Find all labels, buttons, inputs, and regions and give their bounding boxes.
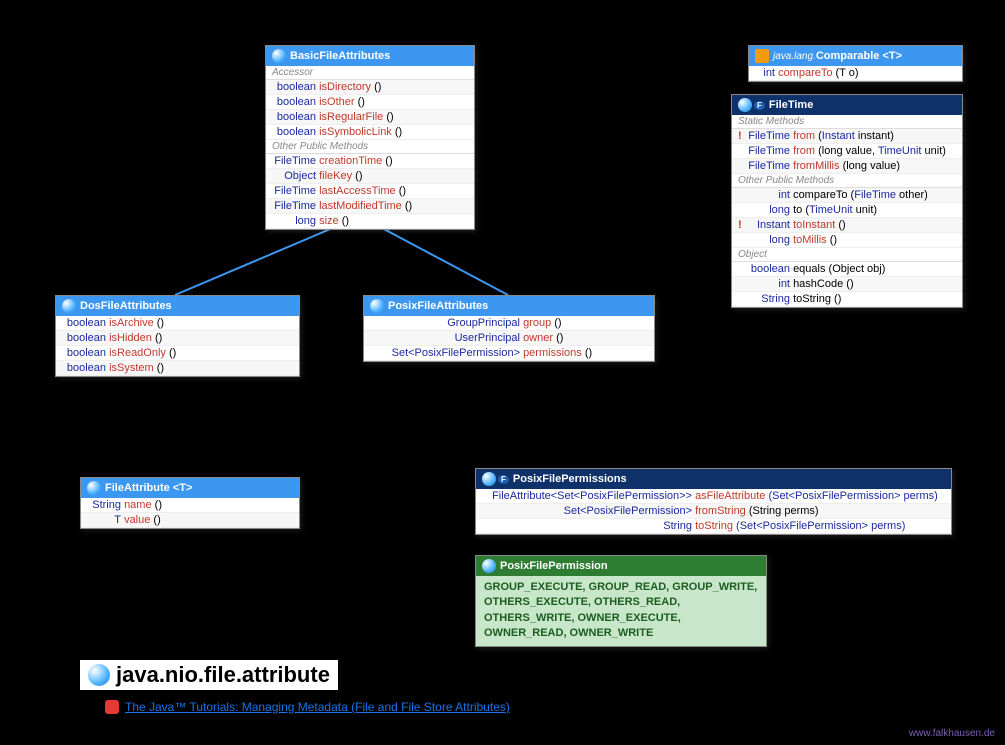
member-row: FileTime creationTime () — [266, 154, 474, 169]
class-body: String name () T value () — [81, 498, 299, 528]
package-title-wrap: java.nio.file.attribute — [80, 660, 338, 690]
member-row: !Instant toInstant () — [732, 218, 962, 233]
interface-icon — [370, 299, 384, 313]
member-row: FileTime fromMillis (long value) — [732, 159, 962, 174]
class-file-time: F FileTime Static Methods !FileTime from… — [731, 94, 963, 308]
package-title: java.nio.file.attribute — [116, 662, 330, 688]
member-row: int hashCode () — [732, 277, 962, 292]
class-title: Comparable — [816, 50, 880, 62]
class-title: PosixFilePermission — [500, 560, 608, 572]
member-row: long toMillis () — [732, 233, 962, 248]
member-row: FileTime lastModifiedTime () — [266, 199, 474, 214]
section-accessor: Accessor — [266, 66, 474, 80]
member-row: long size () — [266, 214, 474, 229]
member-row: GroupPrincipal group () — [364, 316, 654, 331]
member-row: FileTime lastAccessTime () — [266, 184, 474, 199]
member-row: FileAttribute<Set<PosixFilePermission>> … — [476, 489, 951, 504]
interface-icon — [87, 481, 101, 495]
member-row: boolean isDirectory () — [266, 80, 474, 95]
member-row: UserPrincipal owner () — [364, 331, 654, 346]
class-generic: <T> — [173, 482, 193, 494]
member-row: Set<PosixFilePermission> permissions () — [364, 346, 654, 361]
member-row: boolean isOther () — [266, 95, 474, 110]
final-badge: F — [754, 101, 765, 110]
class-header: java.lang.Comparable <T> — [749, 46, 962, 66]
class-generic: <T> — [882, 50, 902, 62]
section-other: Other Public Methods — [732, 174, 962, 188]
tutorial-text: The Java™ Tutorials: Managing Metadata (… — [125, 700, 510, 714]
member-row: !FileTime from (Instant instant) — [732, 129, 962, 144]
class-header: PosixFilePermission — [476, 556, 766, 576]
member-row: long to (TimeUnit unit) — [732, 203, 962, 218]
section-static: Static Methods — [732, 115, 962, 129]
member-row: String toString () — [732, 292, 962, 307]
class-package: java.lang. — [773, 51, 816, 62]
tutorial-link[interactable]: The Java™ Tutorials: Managing Metadata (… — [105, 700, 510, 714]
class-title: DosFileAttributes — [80, 300, 172, 312]
member-row: boolean isHidden () — [56, 331, 299, 346]
member-row: boolean isSystem () — [56, 361, 299, 376]
class-header: FileAttribute <T> — [81, 478, 299, 498]
class-header: F PosixFilePermissions — [476, 469, 951, 489]
class-title: FileTime — [769, 99, 813, 111]
member-row: int compareTo (T o) — [749, 66, 962, 81]
class-basic-file-attributes: BasicFileAttributes Accessor boolean isD… — [265, 45, 475, 230]
final-badge: F — [498, 475, 509, 484]
class-header: BasicFileAttributes — [266, 46, 474, 66]
class-header: PosixFileAttributes — [364, 296, 654, 316]
member-row: String name () — [81, 498, 299, 513]
interface-icon — [272, 49, 286, 63]
class-title: PosixFileAttributes — [388, 300, 488, 312]
class-body: boolean isArchive () boolean isHidden ()… — [56, 316, 299, 376]
member-row: boolean isArchive () — [56, 316, 299, 331]
oracle-icon — [105, 700, 119, 714]
member-row: boolean isSymbolicLink () — [266, 125, 474, 140]
class-body: GroupPrincipal group () UserPrincipal ow… — [364, 316, 654, 361]
enum-icon — [482, 559, 496, 573]
class-posix-file-attributes: PosixFileAttributes GroupPrincipal group… — [363, 295, 655, 362]
class-icon — [738, 98, 752, 112]
class-body: FileAttribute<Set<PosixFilePermission>> … — [476, 489, 951, 534]
member-row: boolean equals (Object obj) — [732, 262, 962, 277]
class-body: int compareTo (T o) — [749, 66, 962, 81]
class-header: DosFileAttributes — [56, 296, 299, 316]
class-posix-file-permission: PosixFilePermission GROUP_EXECUTE, GROUP… — [475, 555, 767, 647]
class-file-attribute: FileAttribute <T> String name () T value… — [80, 477, 300, 529]
watermark: www.falkhausen.de — [909, 728, 995, 739]
member-row: Object fileKey () — [266, 169, 474, 184]
class-title: BasicFileAttributes — [290, 50, 390, 62]
enum-values: GROUP_EXECUTE, GROUP_READ, GROUP_WRITE, … — [476, 576, 766, 646]
java-cup-icon — [755, 49, 769, 63]
member-row: Set<PosixFilePermission> fromString (Str… — [476, 504, 951, 519]
member-row: FileTime from (long value, TimeUnit unit… — [732, 144, 962, 159]
class-header: F FileTime — [732, 95, 962, 115]
member-row: String toString (Set<PosixFilePermission… — [476, 519, 951, 534]
class-body: Accessor boolean isDirectory () boolean … — [266, 66, 474, 229]
section-object: Object — [732, 248, 962, 262]
class-title: FileAttribute — [105, 482, 170, 494]
interface-icon — [62, 299, 76, 313]
class-posix-file-permissions: F PosixFilePermissions FileAttribute<Set… — [475, 468, 952, 535]
class-icon — [482, 472, 496, 486]
member-row: boolean isRegularFile () — [266, 110, 474, 125]
member-row: T value () — [81, 513, 299, 528]
package-icon — [88, 664, 110, 686]
class-comparable: java.lang.Comparable <T> int compareTo (… — [748, 45, 963, 82]
class-title: PosixFilePermissions — [513, 473, 627, 485]
class-dos-file-attributes: DosFileAttributes boolean isArchive () b… — [55, 295, 300, 377]
member-row: int compareTo (FileTime other) — [732, 188, 962, 203]
class-body: Static Methods !FileTime from (Instant i… — [732, 115, 962, 307]
member-row: boolean isReadOnly () — [56, 346, 299, 361]
section-other: Other Public Methods — [266, 140, 474, 154]
